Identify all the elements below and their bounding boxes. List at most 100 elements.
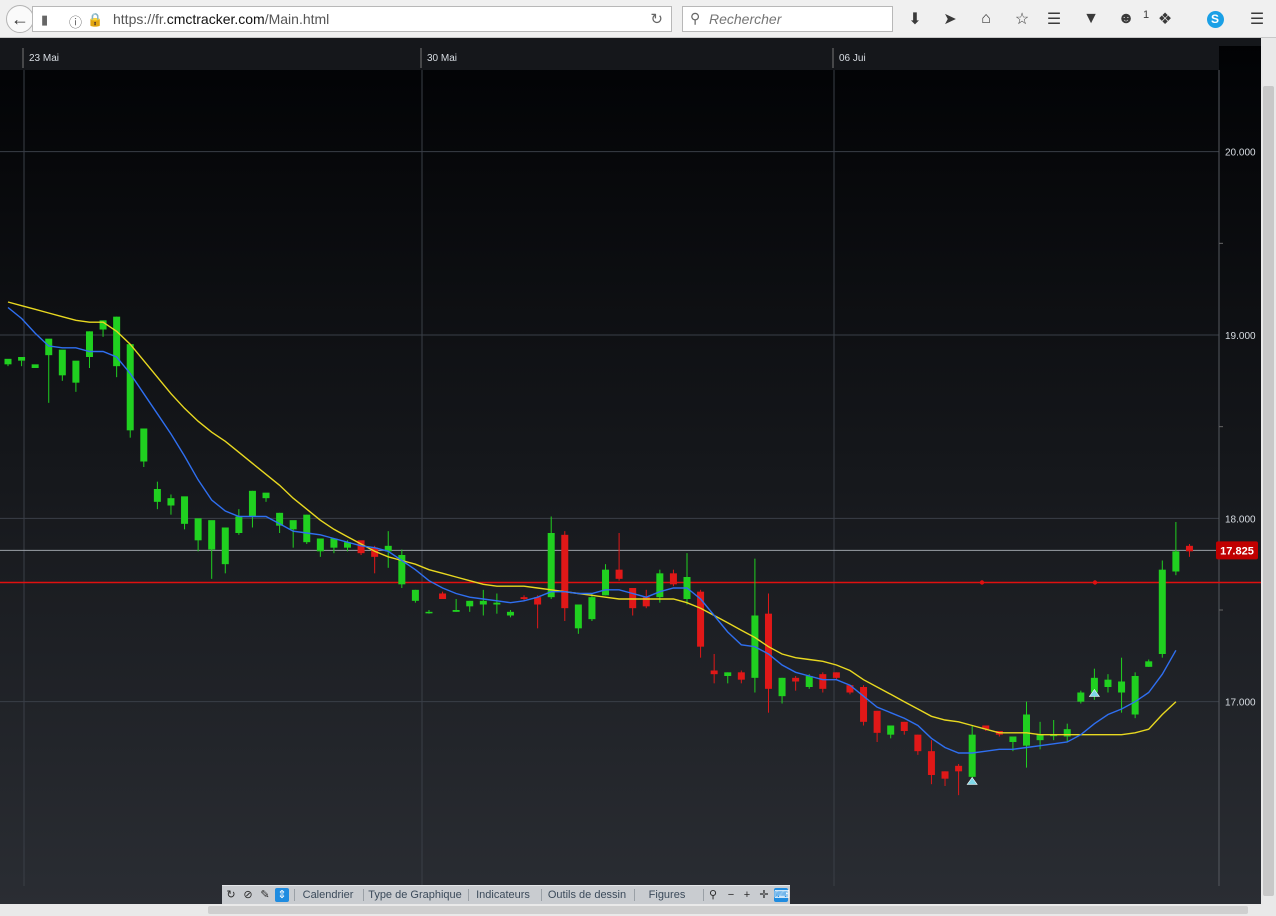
sort-icon[interactable]: ⇕ — [275, 888, 289, 902]
extension-face-icon[interactable]: ☻ — [1115, 8, 1137, 30]
refresh-icon[interactable]: ↻ — [224, 888, 238, 902]
candle-up — [778, 677, 786, 697]
lock-icon: 🔒 — [87, 12, 104, 27]
candle-up — [289, 520, 297, 530]
vertical-scrollbar[interactable] — [1261, 38, 1276, 904]
candle-up — [1172, 551, 1180, 572]
url-domain: cmctracker.com — [166, 11, 265, 27]
candle-down — [737, 672, 745, 680]
send-icon[interactable]: ➤ — [939, 8, 961, 30]
search-box[interactable]: ⚲ — [682, 6, 893, 32]
candle-up — [113, 316, 121, 367]
chart-background — [0, 38, 1261, 904]
candle-up — [1118, 681, 1126, 693]
address-bar[interactable]: ▮ ⓘ 🔒 https://fr.cmctracker.com/Main.htm… — [32, 6, 672, 32]
candle-up — [547, 533, 555, 598]
y-tick-label: 19.000 — [1225, 331, 1256, 342]
candle-up — [235, 516, 243, 533]
candle-up — [4, 358, 12, 365]
network-extension-icon[interactable]: ❖ — [1154, 8, 1176, 30]
candle-down — [873, 710, 881, 733]
candle-down — [941, 771, 949, 779]
candle-up — [1145, 661, 1153, 667]
zoom-icon[interactable]: ⚲ — [706, 888, 720, 902]
tab-outils-de-dessin[interactable]: Outils de dessin — [546, 886, 628, 904]
candle-up — [126, 344, 134, 431]
candle-down — [615, 569, 623, 579]
y-tick-label: 18.000 — [1225, 514, 1256, 525]
horizontal-scroll-thumb[interactable] — [208, 906, 1248, 914]
candle-down — [914, 734, 922, 752]
x-axis: 23 Mai 30 Mai 06 Jui — [0, 46, 1219, 70]
candle-up — [58, 349, 66, 376]
skype-icon[interactable]: S — [1204, 8, 1226, 30]
x-tick-label: 30 Mai — [427, 53, 457, 64]
candle-up — [1131, 676, 1139, 715]
cancel-icon[interactable]: ⊘ — [241, 888, 255, 902]
candle-up — [452, 610, 460, 612]
candle-down — [955, 765, 963, 772]
zoom-out-icon[interactable]: − — [724, 888, 738, 902]
candle-up — [506, 611, 514, 616]
candle-up — [602, 569, 610, 596]
keyboard-icon[interactable]: ⌨ — [774, 888, 790, 902]
candle-down — [927, 751, 935, 775]
toolbar-divider — [468, 889, 469, 901]
candle-down — [710, 670, 718, 675]
back-button[interactable]: ← — [6, 5, 34, 33]
search-icon: ⚲ — [690, 10, 701, 26]
candle-up — [1023, 714, 1030, 746]
candle-up — [887, 725, 895, 735]
reading-list-icon[interactable]: ☰ — [1043, 8, 1065, 30]
candle-down — [520, 597, 528, 599]
tab-calendrier[interactable]: Calendrier — [298, 886, 358, 904]
candle-down — [1185, 545, 1193, 552]
pocket-icon[interactable]: ▼ — [1080, 8, 1102, 30]
notification-badge: 1 — [1142, 9, 1150, 21]
toolbar-divider — [541, 889, 542, 901]
candle-up — [425, 611, 433, 614]
candle-down — [669, 573, 677, 585]
vertical-scroll-thumb[interactable] — [1263, 86, 1274, 896]
url-text[interactable]: https://fr.cmctracker.com/Main.html — [113, 11, 329, 27]
crosshair-icon[interactable]: ✛ — [757, 888, 771, 902]
candle-up — [248, 490, 256, 517]
candle-down — [860, 687, 868, 722]
horizontal-scrollbar[interactable] — [0, 904, 1276, 916]
info-icon[interactable]: ⓘ — [69, 12, 82, 31]
candle-up — [479, 600, 487, 605]
candle-up — [262, 492, 270, 499]
reload-icon[interactable]: ↻ — [650, 10, 663, 28]
search-input[interactable] — [709, 10, 889, 28]
candle-down — [832, 672, 840, 678]
bookmark-star-icon[interactable]: ☆ — [1011, 8, 1033, 30]
candle-down — [764, 613, 772, 689]
candle-up — [656, 573, 664, 598]
candle-down — [900, 721, 908, 731]
pencil-icon[interactable]: ✎ — [258, 888, 272, 902]
home-icon[interactable]: ⌂ — [975, 8, 997, 30]
candle-up — [31, 364, 39, 368]
candle-up — [968, 734, 976, 777]
price-chart[interactable]: 23 Mai 30 Mai 06 Jui 20.000 19.000 18.000 17.… — [0, 38, 1261, 904]
tab-figures[interactable]: Figures — [644, 886, 690, 904]
zoom-in-icon[interactable]: + — [740, 888, 754, 902]
x-tick-label: 06 Jui — [839, 53, 866, 64]
download-icon[interactable]: ⬇ — [904, 8, 926, 30]
candle-down — [819, 674, 827, 689]
toolbar-divider — [703, 889, 704, 901]
candle-up — [221, 527, 229, 565]
url-prefix: https://fr. — [113, 11, 167, 27]
tab-indicateurs[interactable]: Indicateurs — [473, 886, 533, 904]
y-tick-label: 17.000 — [1225, 698, 1256, 709]
candle-up — [805, 676, 813, 687]
candle-up — [194, 518, 202, 541]
arrow-left-icon: ← — [11, 8, 29, 29]
toolbar-divider — [294, 889, 295, 901]
candle-up — [181, 496, 189, 524]
menu-icon[interactable]: ☰ — [1246, 8, 1268, 30]
tab-type-de-graphique[interactable]: Type de Graphique — [367, 886, 463, 904]
browser-toolbar: ← ▮ ⓘ 🔒 https://fr.cmctracker.com/Main.h… — [0, 0, 1276, 38]
history-icon[interactable]: ▮ — [41, 12, 48, 28]
candle-up — [1077, 692, 1085, 702]
